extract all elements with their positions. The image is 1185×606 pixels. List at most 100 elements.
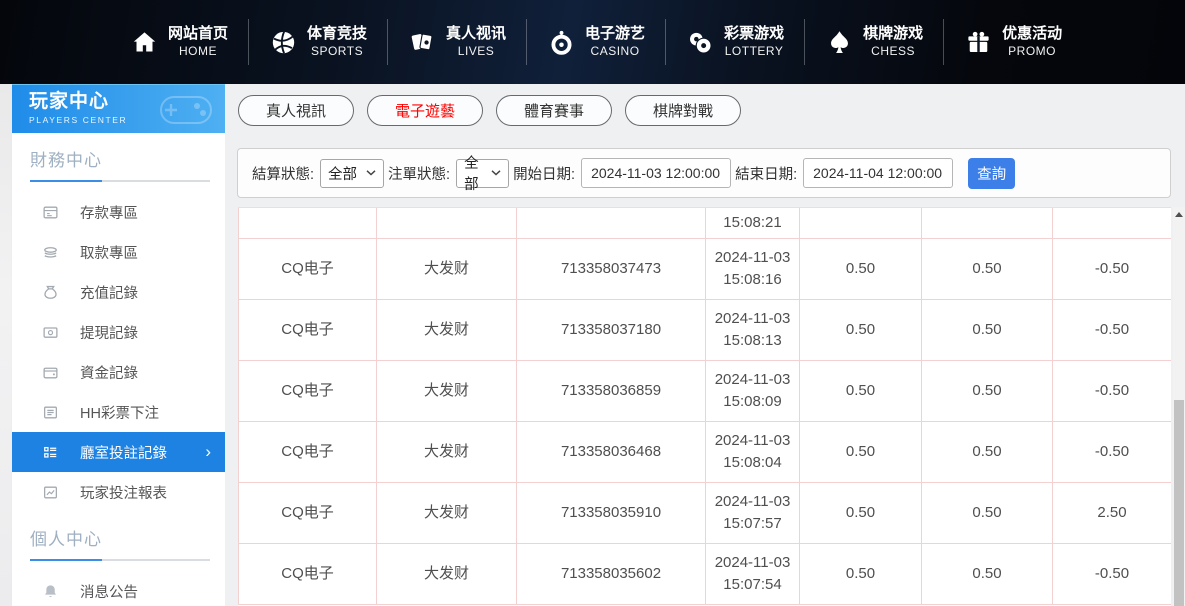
start-date-label: 開始日期:	[513, 163, 575, 184]
sidebar-item-label: 充值記錄	[80, 282, 138, 303]
tab-button[interactable]: 真人視訊	[238, 95, 354, 126]
nav-item[interactable]: 电子游艺 CASINO	[526, 19, 665, 65]
table-scrollbar[interactable]	[1173, 207, 1185, 606]
order-status-select[interactable]: 全部	[456, 159, 509, 188]
cell-game: 大发财	[377, 421, 517, 482]
home-icon	[130, 28, 158, 56]
end-date-input[interactable]	[803, 158, 953, 188]
table-row[interactable]: CQ电子 大发财 713358037180 2024-11-03 15:08:1…	[239, 299, 1172, 360]
search-button[interactable]: 查詢	[968, 158, 1015, 189]
sidebar-item-label: 取款專區	[80, 242, 138, 263]
cell-valid-bet: 0.50	[922, 238, 1053, 299]
gift-icon	[964, 28, 992, 56]
nav-item[interactable]: 彩票游戏 LOTTERY	[665, 19, 804, 65]
table-row[interactable]: CQ电子 大发财 713358035910 2024-11-03 15:07:5…	[239, 482, 1172, 543]
cell-profit: -0.50	[1053, 238, 1172, 299]
sidebar-item[interactable]: 資金記錄	[12, 352, 225, 392]
cell-provider: CQ电子	[239, 543, 377, 604]
tab-label: 真人視訊	[266, 100, 326, 121]
cell-date: 2024-11-03	[706, 369, 799, 391]
cell-provider: CQ电子	[239, 299, 377, 360]
section-title-personal: 個人中心	[12, 525, 225, 550]
sidebar-item[interactable]: HH彩票下注	[12, 392, 225, 432]
partial-time-cell: 15:08:21	[706, 208, 800, 238]
cell-bet: 0.50	[800, 482, 922, 543]
cell-bet: 0.50	[800, 299, 922, 360]
cell-order-id: 713358035910	[517, 482, 706, 543]
nav-label-en: LOTTERY	[725, 44, 784, 59]
settle-status-select[interactable]: 全部	[320, 159, 384, 188]
sidebar-item[interactable]: 玩家投注報表	[12, 472, 225, 512]
sidebar-item[interactable]: 充值記錄	[12, 272, 225, 312]
scrollbar-thumb[interactable]	[1174, 400, 1184, 606]
sidebar-item[interactable]: 消息公告	[12, 571, 225, 606]
cell-datetime: 2024-11-03 15:08:04	[706, 421, 800, 482]
nav-item[interactable]: 真人视讯 LIVES	[387, 19, 526, 65]
order-status-value: 全部	[464, 152, 486, 194]
tab-button[interactable]: 電子遊藝	[367, 95, 483, 126]
cell-date: 2024-11-03	[706, 247, 799, 269]
tab-label: 棋牌對戰	[653, 100, 713, 121]
nav-label-zh: 优惠活动	[1002, 25, 1062, 44]
nav-item-text: 棋牌游戏 CHESS	[863, 25, 923, 59]
nav-label-en: CHESS	[871, 44, 915, 59]
table-row[interactable]: CQ电子 大发财 713358035602 2024-11-03 15:07:5…	[239, 543, 1172, 604]
sidebar-item-label: 存款專區	[80, 202, 138, 223]
main-content: 真人視訊 電子遊藝 體育賽事 棋牌對戰 結算狀態: 全部 注	[225, 84, 1185, 606]
cell-order-id: 713358036859	[517, 360, 706, 421]
sports-ball-icon	[269, 28, 297, 56]
withdrawal-record-icon	[42, 324, 59, 341]
nav-item-text: 优惠活动 PROMO	[1002, 25, 1062, 59]
tab-button[interactable]: 棋牌對戰	[625, 95, 741, 126]
cell-datetime: 2024-11-03 15:08:09	[706, 360, 800, 421]
cell-profit: -0.50	[1053, 421, 1172, 482]
room-bet-record-icon	[42, 444, 59, 461]
cell-game: 大发财	[377, 238, 517, 299]
table-row[interactable]: CQ电子 大发财 713358036468 2024-11-03 15:08:0…	[239, 421, 1172, 482]
cell-bet: 0.50	[800, 360, 922, 421]
cell-provider: CQ电子	[239, 238, 377, 299]
cell-datetime: 2024-11-03 15:08:13	[706, 299, 800, 360]
nav-item-text: 真人视讯 LIVES	[446, 25, 506, 59]
cell-game: 大发财	[377, 543, 517, 604]
nav-item-text: 彩票游戏 LOTTERY	[724, 25, 784, 59]
cell-date: 2024-11-03	[706, 491, 799, 513]
settle-status-value: 全部	[328, 163, 357, 184]
cell-game: 大发财	[377, 360, 517, 421]
table-row[interactable]: CQ电子 大发财 713358036859 2024-11-03 15:08:0…	[239, 360, 1172, 421]
sidebar-item[interactable]: 取款專區	[12, 232, 225, 272]
nav-item[interactable]: 网站首页 HOME	[110, 19, 248, 65]
roulette-icon	[547, 28, 575, 56]
sidebar-item-label: 資金記錄	[80, 362, 138, 383]
sidebar-item[interactable]: 存款專區	[12, 192, 225, 232]
sidebar-item[interactable]: 廳室投註記錄	[12, 432, 225, 472]
gamepad-icon	[155, 89, 217, 133]
sidebar-item-label: 廳室投註記錄	[80, 442, 167, 463]
nav-item[interactable]: 棋牌游戏 CHESS	[804, 19, 943, 65]
chevron-down-icon	[366, 170, 376, 176]
nav-label-en: CASINO	[591, 44, 640, 59]
chevron-right-icon	[205, 443, 211, 460]
cell-profit: 2.50	[1053, 482, 1172, 543]
lottery-bet-icon	[42, 404, 59, 421]
players-center-header: 玩家中心 PLAYERS CENTER	[12, 84, 225, 133]
cell-datetime: 2024-11-03 15:07:54	[706, 543, 800, 604]
cell-order-id: 713358036468	[517, 421, 706, 482]
start-date-input[interactable]	[581, 158, 731, 188]
cell-valid-bet: 0.50	[922, 482, 1053, 543]
table-row[interactable]: CQ电子 大发财 713358037473 2024-11-03 15:08:1…	[239, 238, 1172, 299]
cell-bet: 0.50	[800, 543, 922, 604]
tab-label: 電子遊藝	[395, 100, 455, 121]
withdraw-icon	[42, 244, 59, 261]
nav-item[interactable]: 体育竞技 SPORTS	[248, 19, 387, 65]
cell-provider: CQ电子	[239, 360, 377, 421]
nav-item[interactable]: 优惠活动 PROMO	[943, 19, 1082, 65]
tab-button[interactable]: 體育賽事	[496, 95, 612, 126]
cell-date: 2024-11-03	[706, 552, 799, 574]
deposit-icon	[42, 204, 59, 221]
nav-item-text: 网站首页 HOME	[168, 25, 228, 59]
scroll-up-arrow[interactable]	[1173, 207, 1185, 221]
sidebar: 玩家中心 PLAYERS CENTER 財務中心 存款專區	[12, 84, 225, 606]
sidebar-item[interactable]: 提現記錄	[12, 312, 225, 352]
cell-order-id: 713358037180	[517, 299, 706, 360]
